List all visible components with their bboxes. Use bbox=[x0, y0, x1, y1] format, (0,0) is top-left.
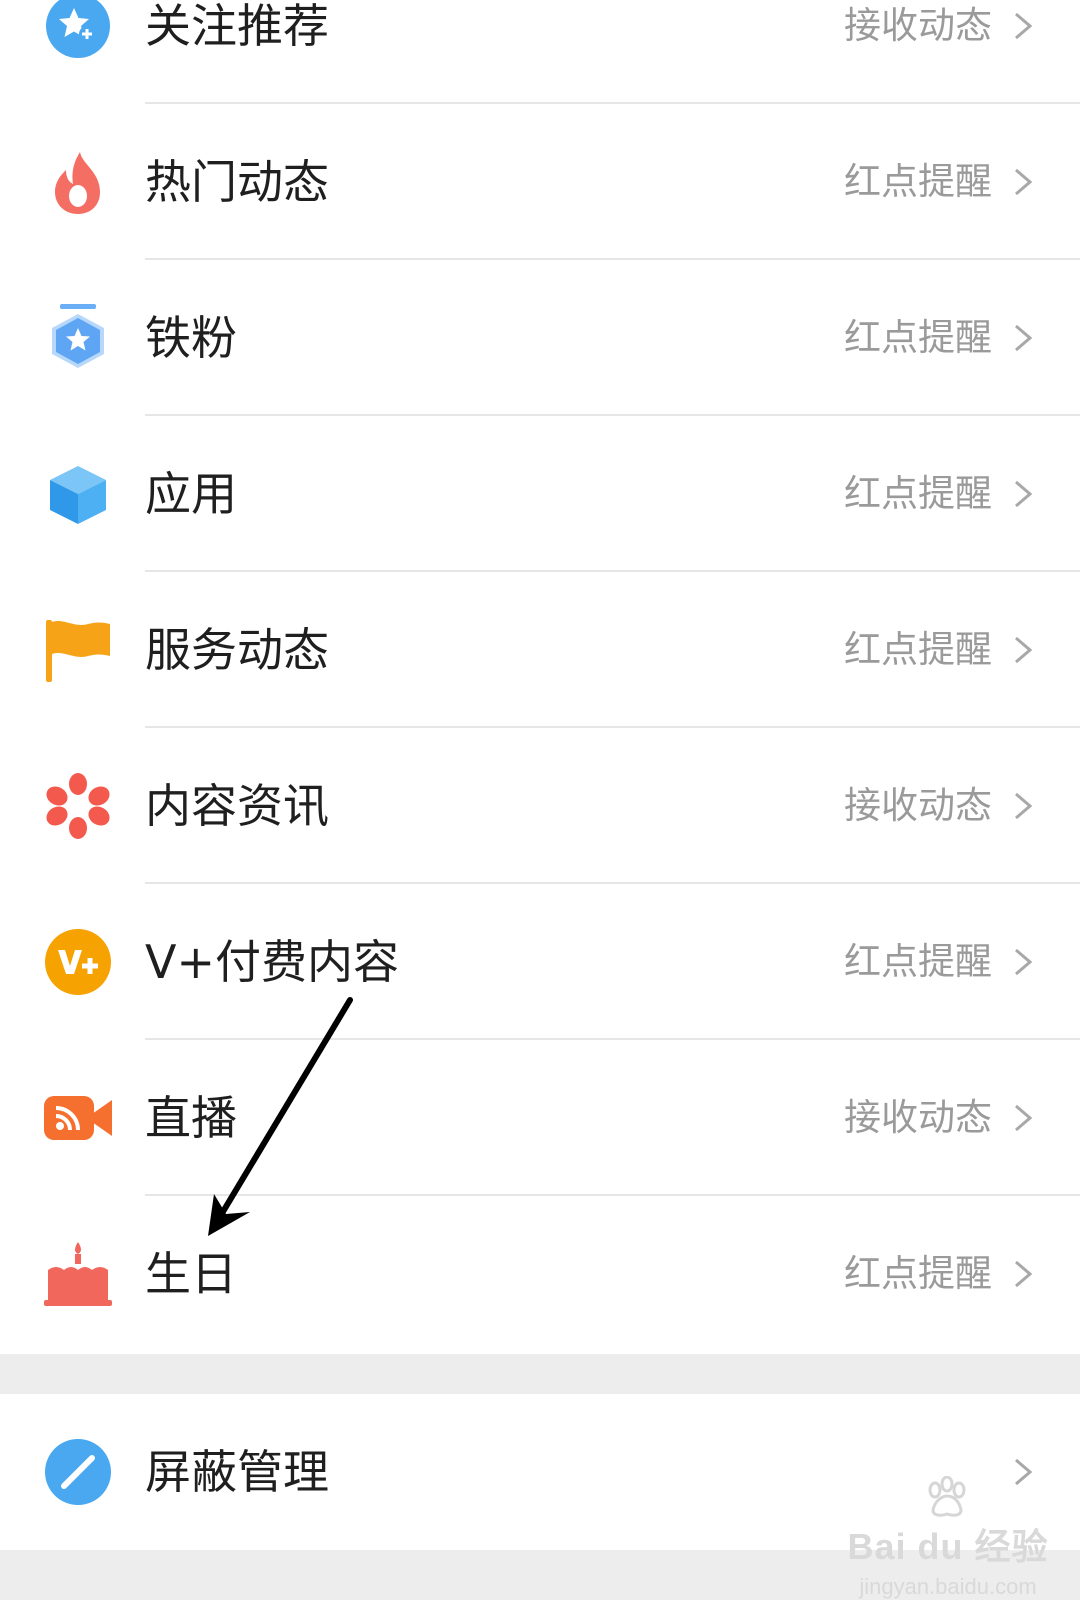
paw-icon bbox=[928, 1476, 966, 1517]
setting-label: 直播 bbox=[145, 1091, 237, 1145]
setting-row-iron-fans[interactable]: 铁粉 红点提醒 bbox=[0, 260, 1080, 416]
setting-row-service-updates[interactable]: 服务动态 红点提醒 bbox=[0, 572, 1080, 728]
cake-icon bbox=[44, 1240, 112, 1308]
baidu-jingyan-watermark: Bai du 经验 jingyan.baidu.com bbox=[828, 1476, 1068, 1599]
setting-value: 红点提醒 bbox=[844, 1252, 992, 1295]
notification-settings-list: 关注推荐 接收动态 热门动态 红点提醒 铁粉 红点提醒 应用 红点提醒 服务动态… bbox=[0, 0, 1080, 1354]
setting-label: 生日 bbox=[145, 1247, 237, 1301]
watermark-logo-text: Bai du 经验 bbox=[847, 1526, 1049, 1567]
setting-value: 接收动态 bbox=[844, 784, 992, 827]
setting-row-v-plus-paid[interactable]: V+付费内容 红点提醒 bbox=[0, 884, 1080, 1040]
chevron-right-icon bbox=[1004, 476, 1040, 512]
star-plus-icon bbox=[44, 0, 112, 60]
chevron-right-icon bbox=[1004, 788, 1040, 824]
chevron-right-icon bbox=[1004, 944, 1040, 980]
block-icon bbox=[44, 1438, 112, 1506]
section-gap bbox=[0, 1354, 1080, 1394]
setting-label: 铁粉 bbox=[145, 311, 237, 365]
chevron-right-icon bbox=[1004, 1256, 1040, 1292]
setting-value: 红点提醒 bbox=[844, 472, 992, 515]
setting-label: 应用 bbox=[145, 467, 237, 521]
setting-value: 红点提醒 bbox=[844, 316, 992, 359]
setting-value: 红点提醒 bbox=[844, 160, 992, 203]
cube-icon bbox=[44, 460, 112, 528]
setting-row-birthday[interactable]: 生日 红点提醒 bbox=[0, 1196, 1080, 1352]
setting-label: 屏蔽管理 bbox=[145, 1445, 329, 1499]
setting-value: 接收动态 bbox=[844, 1096, 992, 1139]
setting-value: 红点提醒 bbox=[844, 628, 992, 671]
setting-row-content-news[interactable]: 内容资讯 接收动态 bbox=[0, 728, 1080, 884]
setting-row-apps[interactable]: 应用 红点提醒 bbox=[0, 416, 1080, 572]
v-plus-icon bbox=[44, 928, 112, 996]
flame-icon bbox=[44, 148, 112, 216]
setting-label: 关注推荐 bbox=[145, 0, 329, 53]
star-badge-icon bbox=[44, 304, 112, 372]
flag-icon bbox=[44, 616, 112, 684]
setting-value: 红点提醒 bbox=[844, 940, 992, 983]
setting-label: 热门动态 bbox=[145, 155, 329, 209]
setting-row-live[interactable]: 直播 接收动态 bbox=[0, 1040, 1080, 1196]
watermark-url: jingyan.baidu.com bbox=[859, 1574, 1037, 1599]
setting-value: 接收动态 bbox=[844, 4, 992, 47]
watermark-logo bbox=[828, 1476, 1068, 1518]
setting-label: 内容资讯 bbox=[145, 779, 329, 833]
chevron-right-icon bbox=[1004, 164, 1040, 200]
chevron-right-icon bbox=[1004, 632, 1040, 668]
chevron-right-icon bbox=[1004, 320, 1040, 356]
flower-icon bbox=[44, 772, 112, 840]
setting-row-hot-updates[interactable]: 热门动态 红点提醒 bbox=[0, 104, 1080, 260]
setting-label: 服务动态 bbox=[145, 623, 329, 677]
chevron-right-icon bbox=[1004, 1100, 1040, 1136]
chevron-right-icon bbox=[1004, 8, 1040, 44]
setting-label: V+付费内容 bbox=[145, 935, 400, 989]
setting-row-follow-recommend[interactable]: 关注推荐 接收动态 bbox=[0, 0, 1080, 104]
live-camera-icon bbox=[44, 1084, 112, 1152]
